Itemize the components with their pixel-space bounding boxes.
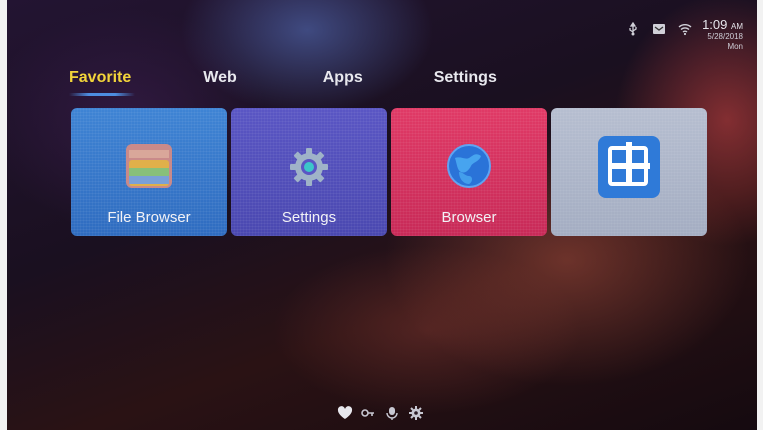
bottom-shortcuts xyxy=(337,406,423,420)
status-bar: 1:09 AM 5/28/2018 Mon xyxy=(626,18,743,51)
tile-label: Browser xyxy=(441,209,497,226)
wifi-icon xyxy=(678,22,692,36)
clock: 1:09 AM 5/28/2018 Mon xyxy=(702,18,743,51)
status-icons xyxy=(626,21,692,36)
key-icon[interactable] xyxy=(361,406,375,420)
clock-time: 1:09 AM xyxy=(702,17,743,32)
microphone-icon[interactable] xyxy=(385,406,399,420)
settings-icon[interactable] xyxy=(409,406,423,420)
tile-label: Settings xyxy=(281,209,337,226)
heart-icon[interactable] xyxy=(337,406,353,420)
tile-settings[interactable]: Settings xyxy=(231,108,387,236)
add-icon xyxy=(596,134,662,205)
tab-settings[interactable]: Settings xyxy=(434,69,497,87)
tile-file-browser[interactable]: File Browser xyxy=(71,108,227,236)
globe-icon xyxy=(445,142,493,195)
usb-icon xyxy=(626,21,640,36)
clock-date: 5/28/2018 xyxy=(707,32,743,41)
inbox-icon xyxy=(652,22,666,36)
clock-day: Mon xyxy=(727,42,743,51)
tab-apps[interactable]: Apps xyxy=(323,69,363,87)
tile-browser[interactable]: Browser xyxy=(391,108,547,236)
tab-web[interactable]: Web xyxy=(203,69,236,87)
folder-icon xyxy=(123,140,175,197)
favorite-tiles: File Browser Settings Browser xyxy=(71,108,707,236)
gear-icon xyxy=(286,144,332,195)
tab-favorite[interactable]: Favorite xyxy=(69,69,136,96)
tile-label: File Browser xyxy=(107,209,191,226)
tile-add-app[interactable] xyxy=(551,108,707,236)
tv-launcher-screen: 1:09 AM 5/28/2018 Mon Favorite Web Apps … xyxy=(0,0,763,430)
top-tabs: Favorite Web Apps Settings xyxy=(69,69,497,96)
